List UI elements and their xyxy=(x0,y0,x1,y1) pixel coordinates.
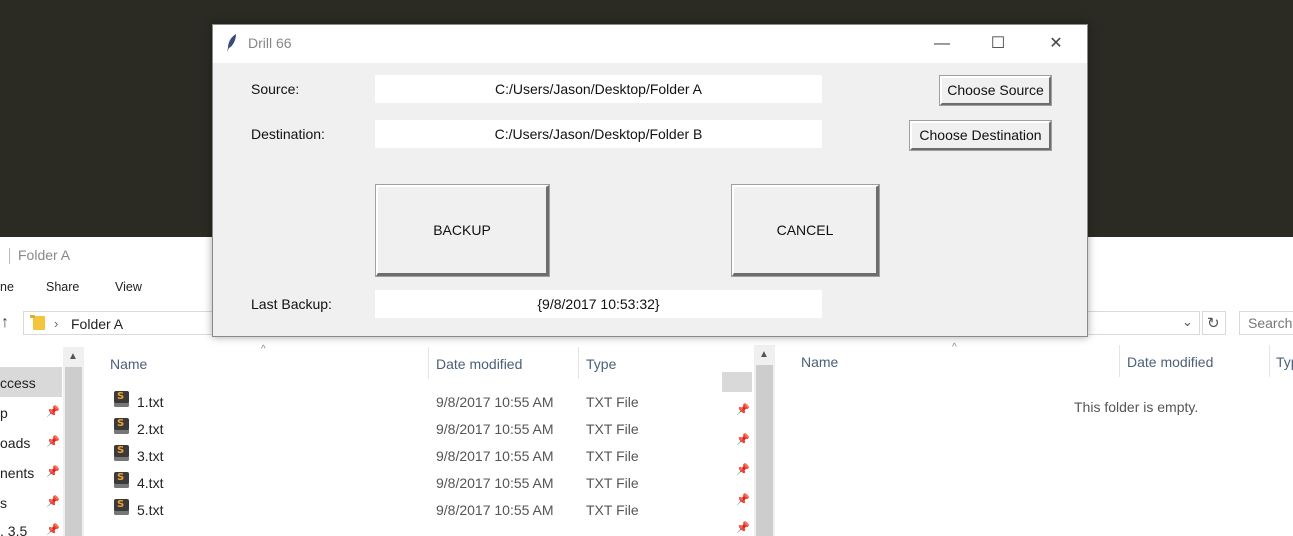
pin-icon[interactable]: 📌 xyxy=(736,403,750,416)
file-name: 3.txt xyxy=(137,448,164,464)
close-button[interactable]: ✕ xyxy=(1033,31,1079,57)
file-type: TXT File xyxy=(586,448,639,464)
sort-caret-icon: ^ xyxy=(261,344,266,355)
title-separator xyxy=(9,248,10,264)
nav-item-downloads[interactable]: oads xyxy=(0,435,30,451)
file-row[interactable]: 1.txt 9/8/2017 10:55 AM TXT File xyxy=(110,390,670,417)
pin-icon[interactable]: 📌 xyxy=(736,493,750,506)
nav-item-desktop[interactable]: p xyxy=(0,405,8,421)
nav-scroll-thumb[interactable] xyxy=(65,367,82,536)
explorer-title: Folder A xyxy=(18,247,71,263)
destination-label: Destination: xyxy=(251,126,325,142)
chevron-right-icon[interactable]: › xyxy=(54,316,58,331)
file-row[interactable]: 2.txt 9/8/2017 10:55 AM TXT File xyxy=(110,417,670,444)
search-input[interactable]: Search xyxy=(1239,311,1293,335)
last-backup-value-field[interactable]: {9/8/2017 10:53:32} xyxy=(375,290,822,318)
file-date: 9/8/2017 10:55 AM xyxy=(436,394,554,410)
pin-icon[interactable]: 📌 xyxy=(736,521,750,534)
column-divider[interactable] xyxy=(428,347,429,379)
file-date: 9/8/2017 10:55 AM xyxy=(436,502,554,518)
pin-icon[interactable]: 📌 xyxy=(46,495,60,508)
backup-button[interactable]: BACKUP xyxy=(375,184,550,277)
column-header-name[interactable]: Name xyxy=(801,354,838,370)
up-arrow-icon[interactable]: ↑ xyxy=(1,314,9,332)
file-type: TXT File xyxy=(586,394,639,410)
maximize-icon: ☐ xyxy=(990,35,1006,52)
source-path-field[interactable]: C:/Users/Jason/Desktop/Folder A xyxy=(375,75,822,103)
scroll-up-arrow-icon[interactable]: ▲ xyxy=(759,349,769,360)
file-row[interactable]: 5.txt 9/8/2017 10:55 AM TXT File xyxy=(110,498,670,525)
pin-icon[interactable]: 📌 xyxy=(736,433,750,446)
pin-icon[interactable]: 📌 xyxy=(46,405,60,418)
column-divider[interactable] xyxy=(1119,345,1120,377)
breadcrumb-folder-a[interactable]: Folder A xyxy=(71,316,123,332)
sublime-text-file-icon xyxy=(114,472,129,488)
destination-path-field[interactable]: C:/Users/Jason/Desktop/Folder B xyxy=(375,120,822,148)
file-type: TXT File xyxy=(586,475,639,491)
ribbon-tab-share[interactable]: Share xyxy=(46,280,79,294)
drill-66-dialog: Drill 66 — ☐ ✕ Source: C:/Users/Jason/De… xyxy=(212,24,1088,337)
column-header-type[interactable]: Typ xyxy=(1276,354,1293,370)
choose-source-button[interactable]: Choose Source xyxy=(939,75,1052,106)
file-name: 5.txt xyxy=(137,502,164,518)
nav-selected-highlight xyxy=(722,372,752,392)
sublime-text-file-icon xyxy=(114,445,129,461)
pin-icon[interactable]: 📌 xyxy=(736,463,750,476)
nav-item-python[interactable]: . 3.5 xyxy=(0,523,27,536)
column-header-type[interactable]: Type xyxy=(586,356,616,372)
pin-icon[interactable]: 📌 xyxy=(46,465,60,478)
ribbon-tab-view[interactable]: View xyxy=(115,280,142,294)
pin-icon[interactable]: 📌 xyxy=(46,523,60,536)
cancel-button[interactable]: CANCEL xyxy=(731,184,880,277)
ribbon-tab-home[interactable]: ne xyxy=(0,280,14,294)
dialog-title: Drill 66 xyxy=(248,35,292,51)
nav-scroll-thumb[interactable] xyxy=(756,365,773,536)
sublime-text-file-icon xyxy=(114,499,129,515)
file-date: 9/8/2017 10:55 AM xyxy=(436,475,554,491)
file-date: 9/8/2017 10:55 AM xyxy=(436,421,554,437)
column-divider[interactable] xyxy=(1269,345,1270,377)
choose-destination-button[interactable]: Choose Destination xyxy=(909,120,1052,151)
folder-icon xyxy=(30,315,45,330)
close-icon: ✕ xyxy=(1049,35,1063,52)
chevron-down-icon[interactable]: ⌄ xyxy=(1182,314,1193,330)
file-type: TXT File xyxy=(586,502,639,518)
file-row[interactable]: 3.txt 9/8/2017 10:55 AM TXT File xyxy=(110,444,670,471)
column-header-date[interactable]: Date modified xyxy=(1127,354,1213,370)
refresh-button[interactable]: ↻ xyxy=(1202,311,1226,335)
tk-feather-icon xyxy=(227,34,236,52)
nav-item-pictures[interactable]: s xyxy=(0,495,7,511)
refresh-icon: ↻ xyxy=(1207,315,1220,332)
sublime-text-file-icon xyxy=(114,391,129,407)
pin-icon[interactable]: 📌 xyxy=(46,435,60,448)
maximize-button[interactable]: ☐ xyxy=(975,31,1021,57)
file-type: TXT File xyxy=(586,421,639,437)
empty-folder-message: This folder is empty. xyxy=(1074,399,1199,415)
minimize-icon: — xyxy=(934,35,950,52)
minimize-button[interactable]: — xyxy=(919,31,965,57)
sort-caret-icon: ^ xyxy=(952,342,957,353)
file-name: 2.txt xyxy=(137,421,164,437)
column-divider[interactable] xyxy=(578,347,579,379)
column-header-name[interactable]: Name xyxy=(110,356,147,372)
file-row[interactable]: 4.txt 9/8/2017 10:55 AM TXT File xyxy=(110,471,670,498)
column-header-date[interactable]: Date modified xyxy=(436,356,522,372)
file-name: 1.txt xyxy=(137,394,164,410)
source-label: Source: xyxy=(251,81,300,97)
nav-item-documents[interactable]: nents xyxy=(0,465,34,481)
file-date: 9/8/2017 10:55 AM xyxy=(436,448,554,464)
scroll-up-arrow-icon[interactable]: ▲ xyxy=(68,351,78,362)
nav-item-quick-access[interactable]: ccess xyxy=(0,375,36,391)
sublime-text-file-icon xyxy=(114,418,129,434)
file-name: 4.txt xyxy=(137,475,164,491)
last-backup-label: Last Backup: xyxy=(251,296,332,312)
